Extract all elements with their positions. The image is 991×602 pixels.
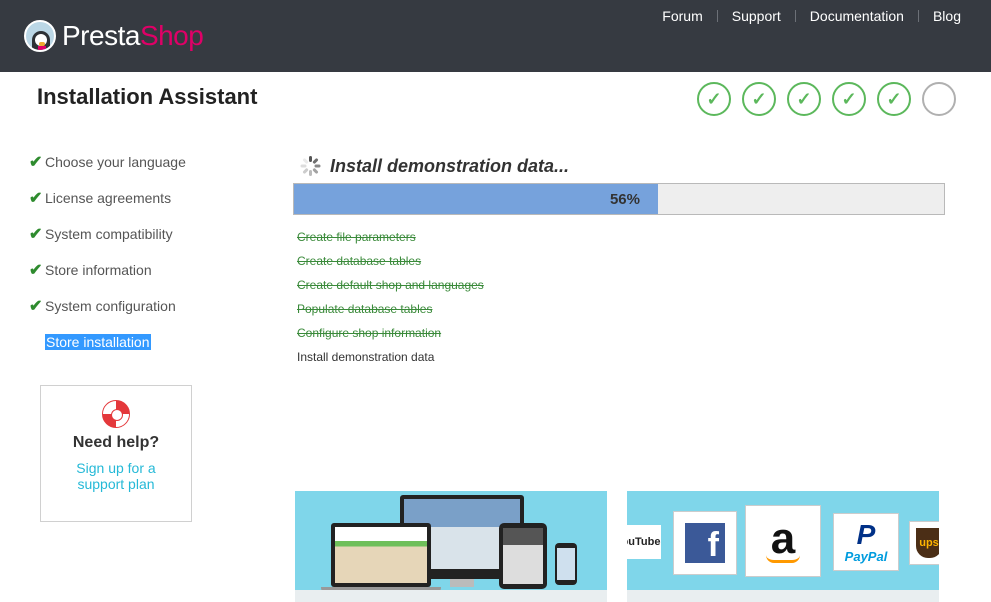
sidebar-item-store-information: ✔ Store information [29, 252, 269, 288]
tablet-device-image [499, 523, 547, 589]
step-1-check-icon: ✓ [697, 82, 731, 116]
step-5-check-icon: ✓ [877, 82, 911, 116]
banner-floor [627, 590, 939, 602]
task-item: Configure shop information [297, 326, 442, 340]
sidebar-item-label: System compatibility [45, 226, 173, 242]
install-task-list: Create file parameters Create database t… [297, 229, 484, 373]
paypal-mark-text: P [856, 518, 876, 550]
task-item: Create database tables [297, 254, 422, 268]
check-icon: ✔ [29, 190, 43, 207]
sidebar-item-label: License agreements [45, 190, 172, 206]
sidebar-item-label: Choose your language [45, 154, 186, 170]
sidebar-item-license: ✔ License agreements [29, 180, 269, 216]
laptop-device-image [331, 523, 431, 587]
progress-fill: 56% [294, 184, 658, 214]
brand-name: PrestaShop [62, 18, 204, 54]
youtube-logo-icon: ouTube [627, 525, 661, 559]
check-icon: ✔ [29, 298, 43, 315]
responsive-themes-banner[interactable] [295, 491, 607, 602]
support-plan-link[interactable]: Sign up for a support plan [41, 460, 191, 492]
task-item-current: Install demonstration data [297, 350, 435, 364]
sidebar-item-compatibility: ✔ System compatibility [29, 216, 269, 252]
sidebar-item-label: Store information [45, 262, 152, 278]
desktop-stand [450, 579, 474, 587]
top-header: PrestaShop Forum Support Documentation B… [0, 0, 991, 72]
top-nav: Forum Support Documentation Blog [648, 8, 961, 24]
sidebar-item-system-configuration: ✔ System configuration [29, 288, 269, 324]
task-item: Create file parameters [297, 230, 416, 244]
sidebar-item-label: Store installation [45, 334, 151, 350]
facebook-logo-text: f [685, 523, 725, 563]
loading-spinner-icon [299, 155, 321, 177]
amazon-logo-icon: a [745, 505, 821, 577]
brand-name-part1: Presta [62, 20, 140, 51]
ups-logo-text: ups [916, 528, 939, 558]
banner-floor [295, 590, 607, 602]
step-indicator: ✓ ✓ ✓ ✓ ✓ [697, 82, 956, 116]
step-4-check-icon: ✓ [832, 82, 866, 116]
check-icon: ✔ [29, 262, 43, 279]
sidebar-item-language: ✔ Choose your language [29, 144, 269, 180]
phone-device-image [555, 543, 577, 585]
youtube-logo-text: ouTube [627, 536, 661, 548]
help-title: Need help? [72, 434, 160, 451]
step-3-check-icon: ✓ [787, 82, 821, 116]
prestashop-logo[interactable]: PrestaShop [24, 18, 204, 54]
nav-forum-link[interactable]: Forum [648, 8, 716, 24]
amazon-logo-text: a [770, 514, 796, 563]
brand-name-part2: Shop [139, 20, 204, 51]
nav-support-link[interactable]: Support [718, 8, 795, 24]
page-title: Installation Assistant [37, 84, 258, 109]
sidebar-item-store-installation: Store installation [29, 324, 269, 360]
check-icon: ✔ [29, 154, 43, 171]
task-item: Populate database tables [297, 302, 433, 316]
paypal-logo-text: PayPal [844, 548, 888, 564]
help-box: Need help? Sign up for a support plan [40, 385, 192, 522]
install-steps-sidebar: ✔ Choose your language ✔ License agreeme… [29, 144, 269, 360]
sidebar-item-label: System configuration [45, 298, 176, 314]
check-icon: ✔ [29, 226, 43, 243]
partner-modules-banner[interactable]: ouTube f a PPayPal ups [627, 491, 939, 602]
paypal-logo-icon: P PayPal [833, 513, 899, 571]
nav-blog-link[interactable]: Blog [919, 8, 961, 24]
progress-label: 56% [609, 190, 640, 208]
task-item: Create default shop and languages [297, 278, 484, 292]
install-step-heading: Install demonstration data... [330, 156, 570, 176]
puffin-logo-icon [24, 20, 56, 52]
install-progress-bar: 56% [293, 183, 945, 215]
facebook-logo-icon: f [673, 511, 737, 575]
nav-documentation-link[interactable]: Documentation [796, 8, 918, 24]
step-2-check-icon: ✓ [742, 82, 776, 116]
step-6-pending-icon [922, 82, 956, 116]
lifebuoy-icon [102, 400, 130, 428]
ups-logo-icon: ups [909, 521, 939, 565]
